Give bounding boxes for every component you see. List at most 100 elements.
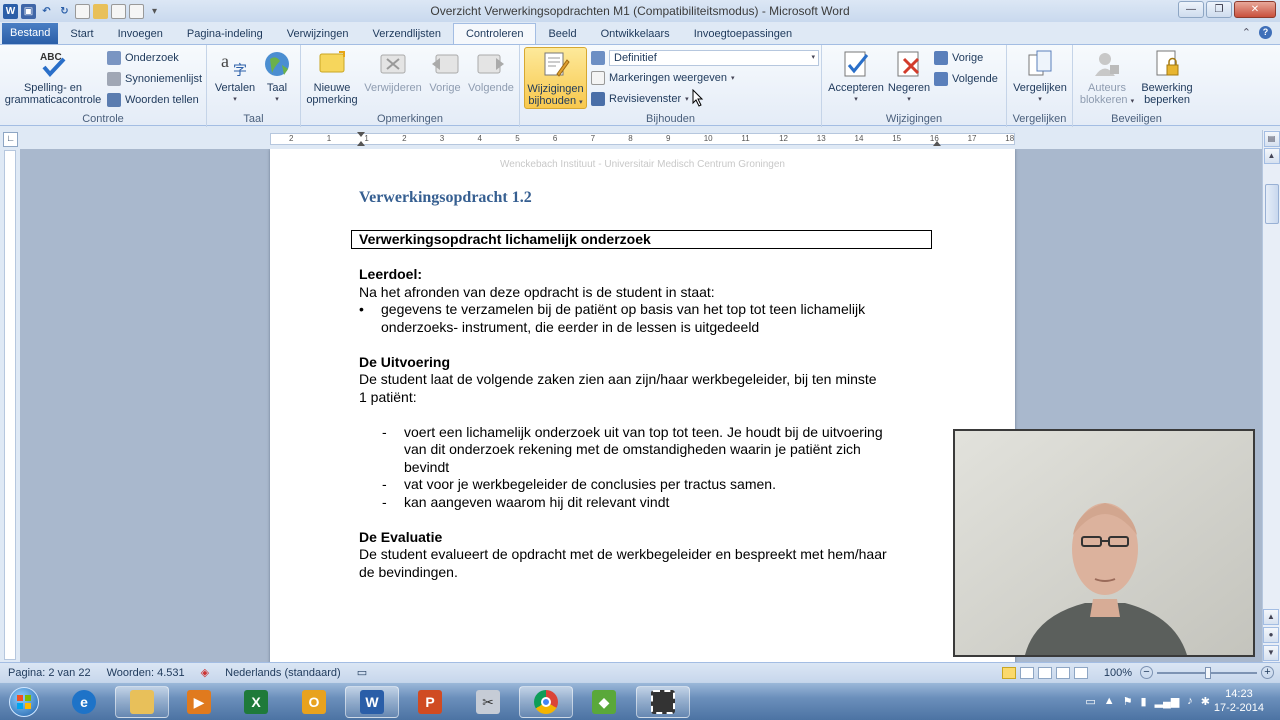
hanging-indent-marker[interactable] xyxy=(357,141,365,146)
word-app-icon[interactable]: W xyxy=(3,3,18,19)
title-bar: W ▣ ↶ ↻ ▾ Overzicht Verwerkingsopdrachte… xyxy=(0,0,1280,22)
tab-verzendlijsten[interactable]: Verzendlijsten xyxy=(360,24,453,44)
wijzigingen-bijhouden-button[interactable]: Wijzigingen bijhouden ▾ xyxy=(524,47,587,109)
right-indent-marker[interactable] xyxy=(933,141,941,146)
zoom-level[interactable]: 100% xyxy=(1096,667,1140,679)
negeren-label: Negeren xyxy=(887,82,931,94)
definitief-select[interactable]: Definitief ▾ xyxy=(609,50,819,66)
tab-pagina-indeling[interactable]: Pagina-indeling xyxy=(175,24,275,44)
word-count-status[interactable]: Woorden: 4.531 xyxy=(99,667,193,679)
woorden-tellen-button[interactable]: Woorden tellen xyxy=(107,93,199,107)
first-line-indent-marker[interactable] xyxy=(357,132,365,137)
tab-controleren[interactable]: Controleren xyxy=(452,23,537,44)
restore-button[interactable]: ❐ xyxy=(1206,1,1232,18)
next-page-icon[interactable]: ▼ xyxy=(1263,645,1279,661)
bewerking-beperken-button[interactable]: Bewerking beperken xyxy=(1137,49,1197,106)
accepteren-button[interactable]: Accepteren ▾ xyxy=(827,49,885,106)
auteurs-blokkeren-button[interactable]: Auteurs blokkeren ▾ xyxy=(1077,49,1137,108)
tab-invoegen[interactable]: Invoegen xyxy=(106,24,175,44)
taskbar-powerpoint[interactable]: P xyxy=(403,686,457,718)
taskbar-word[interactable]: W xyxy=(345,686,399,718)
customize-toolbar-icon[interactable]: ▾ xyxy=(147,4,162,19)
display-review-icon xyxy=(591,51,605,65)
tab-selector[interactable]: ∟ xyxy=(3,132,18,147)
onderzoek-button[interactable]: Onderzoek xyxy=(107,51,179,65)
spelling-grammar-button[interactable]: ABC Spelling- en grammaticacontrole xyxy=(4,49,102,106)
tray-show-hidden-icon[interactable]: ▲ xyxy=(1104,695,1115,708)
vertical-scrollbar[interactable]: ▤ ▲ ▲ ● ▼ xyxy=(1262,130,1280,662)
taskbar-clock[interactable]: 14:23 17-2-2014 xyxy=(1214,687,1264,715)
taskbar-evernote[interactable]: ◆ xyxy=(577,686,631,718)
scroll-thumb[interactable] xyxy=(1264,184,1279,224)
language-status[interactable]: Nederlands (standaard) xyxy=(217,667,349,679)
taskbar-screen-recorder[interactable] xyxy=(636,686,690,718)
negeren-button[interactable]: Negeren ▾ xyxy=(885,49,933,106)
tray-monitor-icon[interactable]: ▭ xyxy=(1085,695,1095,708)
full-screen-reading-view-icon[interactable] xyxy=(1019,666,1034,679)
vergelijken-button[interactable]: Vergelijken ▾ xyxy=(1011,49,1069,106)
document-page[interactable]: Wenckebach Instituut - Universitair Medi… xyxy=(270,149,1015,662)
tab-invoegtoepassingen[interactable]: Invoegtoepassingen xyxy=(682,24,804,44)
web-layout-view-icon[interactable] xyxy=(1037,666,1052,679)
tab-bestand[interactable]: Bestand xyxy=(2,23,59,44)
zoom-slider[interactable] xyxy=(1157,666,1257,679)
new-document-icon[interactable] xyxy=(75,3,90,19)
vorige-opmerking-button[interactable]: Vorige xyxy=(426,49,464,94)
close-button[interactable]: ✕ xyxy=(1234,1,1276,18)
minimize-ribbon-icon[interactable]: ⌃ xyxy=(1242,26,1251,39)
open-folder-icon[interactable] xyxy=(93,3,108,19)
help-icon[interactable]: ? xyxy=(1259,26,1272,39)
outline-view-icon[interactable] xyxy=(1055,666,1070,679)
draft-view-icon[interactable] xyxy=(1073,666,1088,679)
tab-beeld[interactable]: Beeld xyxy=(536,24,588,44)
redo-icon[interactable]: ↻ xyxy=(57,4,72,19)
volgende-wijziging-button[interactable]: Volgende xyxy=(934,72,998,86)
verwijderen-button[interactable]: Verwijderen xyxy=(363,49,423,94)
previous-page-icon[interactable]: ▲ xyxy=(1263,609,1279,625)
markeringen-weergeven-button[interactable]: Markeringen weergeven ▾ xyxy=(591,71,735,85)
display-for-review-dropdown[interactable]: Definitief ▾ xyxy=(591,50,819,66)
start-button[interactable] xyxy=(4,686,44,718)
vertalen-button[interactable]: a字 Vertalen ▾ xyxy=(213,49,257,106)
print-layout-view-icon[interactable] xyxy=(1001,666,1016,679)
tab-ontwikkelaars[interactable]: Ontwikkelaars xyxy=(589,24,682,44)
macro-record-icon[interactable]: ▭ xyxy=(349,666,375,679)
taskbar-snipping-tool[interactable]: ✂ xyxy=(461,686,515,718)
taskbar-chrome[interactable] xyxy=(519,686,573,718)
save-icon[interactable]: ▣ xyxy=(21,3,36,19)
volgende-opmerking-button[interactable]: Volgende xyxy=(466,49,516,94)
scroll-up-icon[interactable]: ▲ xyxy=(1263,148,1280,164)
page-count-status[interactable]: Pagina: 2 van 22 xyxy=(0,667,99,679)
taskbar-internet-explorer[interactable]: e xyxy=(57,686,111,718)
vertical-ruler[interactable] xyxy=(4,150,16,660)
taskbar-outlook[interactable]: O xyxy=(287,686,341,718)
definitief-dropdown-icon[interactable]: ▾ xyxy=(811,51,815,65)
minimize-button[interactable]: — xyxy=(1178,1,1204,18)
tray-flag-icon[interactable]: ⚑ xyxy=(1123,695,1133,708)
tray-network-icon[interactable]: ▮ xyxy=(1141,695,1147,708)
tray-bluetooth-icon[interactable]: ✱ xyxy=(1201,695,1210,708)
quick-print-icon[interactable] xyxy=(129,3,144,19)
undo-icon[interactable]: ↶ xyxy=(39,4,54,19)
svg-text:a: a xyxy=(221,51,229,71)
tray-signal-icon[interactable]: ▂▄▆ xyxy=(1155,695,1180,708)
nieuwe-opmerking-button[interactable]: Nieuwe opmerking xyxy=(304,49,360,106)
taskbar-media-player[interactable]: ▶ xyxy=(172,686,226,718)
revisievenster-button[interactable]: Revisievenster ▾ xyxy=(591,92,689,106)
view-ruler-toggle-icon[interactable]: ▤ xyxy=(1263,131,1280,147)
tab-start[interactable]: Start xyxy=(58,24,105,44)
synoniemenlijst-button[interactable]: Synoniemenlijst xyxy=(107,72,202,86)
tray-volume-icon[interactable]: ♪ xyxy=(1187,695,1193,708)
select-browse-object-icon[interactable]: ● xyxy=(1263,627,1279,643)
zoom-out-icon[interactable]: − xyxy=(1140,666,1153,679)
vorige-wijziging-button[interactable]: Vorige xyxy=(934,51,983,65)
zoom-in-icon[interactable]: + xyxy=(1261,666,1274,679)
taal-button[interactable]: Taal ▾ xyxy=(259,49,295,106)
print-preview-icon[interactable] xyxy=(111,3,126,19)
taskbar-excel[interactable]: X xyxy=(229,686,283,718)
taskbar-explorer[interactable] xyxy=(115,686,169,718)
horizontal-ruler[interactable]: 2 1 1 2 3 4 5 6 7 8 9 10 11 12 13 14 15 16 17 18 xyxy=(270,132,1015,146)
proofing-status-icon[interactable]: ◈ xyxy=(193,666,217,679)
zoom-slider-thumb[interactable] xyxy=(1205,666,1211,679)
tab-verwijzingen[interactable]: Verwijzingen xyxy=(275,24,361,44)
